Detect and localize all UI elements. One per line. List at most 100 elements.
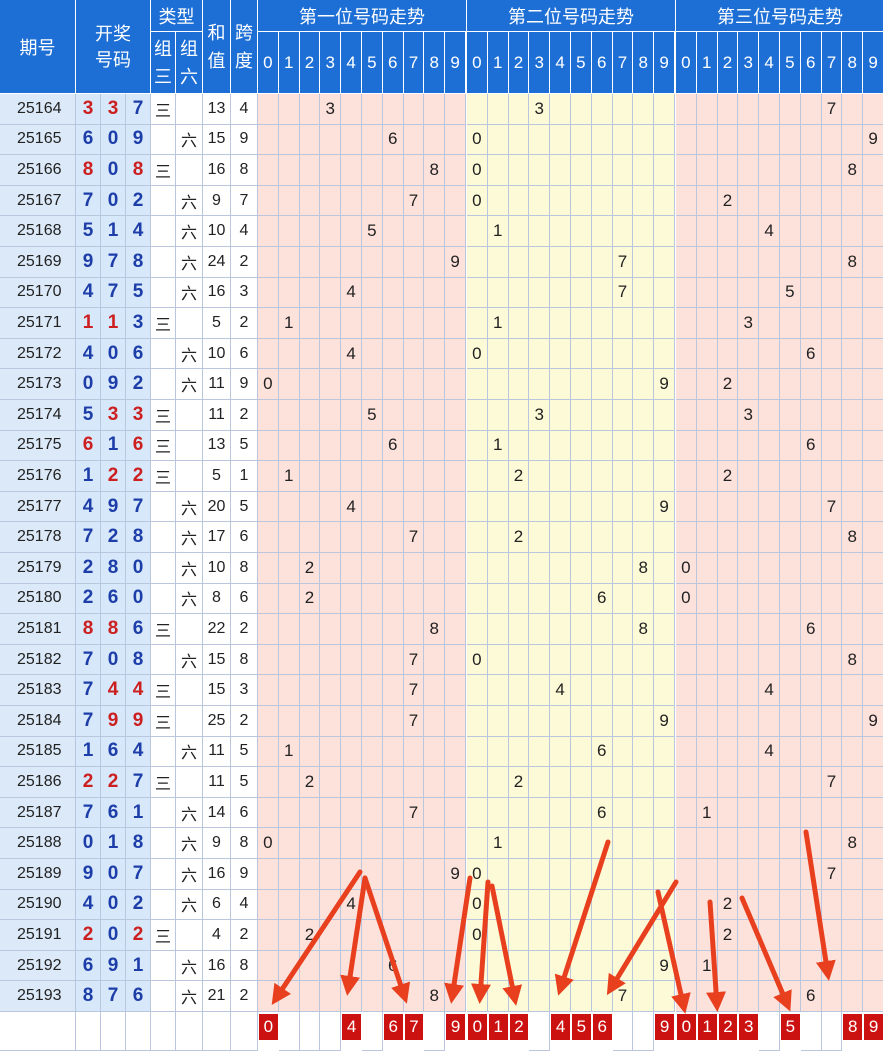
- header-pos3-digit-2: 2: [717, 32, 739, 94]
- row-draw-digit: 6: [101, 583, 126, 615]
- trend-cell: [571, 981, 592, 1012]
- trend-cell: [633, 124, 655, 156]
- trend-cell: [633, 522, 655, 553]
- row-type-g3: 三: [151, 461, 176, 492]
- row-type-g6: 六: [176, 338, 203, 370]
- trend-cell: [529, 889, 551, 921]
- trend-cell: [759, 644, 780, 676]
- row-draw-digit: 9: [101, 491, 126, 523]
- trend-cell: [738, 644, 760, 676]
- trend-cell: [612, 522, 634, 553]
- trend-cell: [258, 644, 279, 676]
- trend-cell: [676, 124, 697, 156]
- selected-pos3-digit-4: [759, 1012, 780, 1051]
- header-type-g6-label: 组六: [180, 38, 198, 87]
- trend-cell: [780, 981, 801, 1012]
- trend-cell: [362, 889, 383, 921]
- trend-cell: [759, 950, 780, 982]
- trend-mark: 9: [445, 247, 466, 278]
- trend-cell: [382, 369, 404, 400]
- row-draw-digit: 4: [126, 216, 151, 247]
- trend-cell: [759, 369, 780, 400]
- trend-cell: [571, 430, 592, 462]
- trend-cell: [258, 308, 279, 339]
- trend-cell: [780, 859, 801, 890]
- header-pos2-digit-8: 8: [633, 32, 655, 94]
- trend-cell: [821, 124, 843, 156]
- trend-cell: [445, 491, 466, 523]
- trend-cell: [842, 736, 864, 768]
- row-sum: 9: [203, 828, 231, 859]
- row-draw-digit: 7: [101, 277, 126, 309]
- row-span: 8: [231, 828, 258, 859]
- trend-cell: [612, 553, 634, 584]
- header-pos3-digit-0: 0: [676, 32, 697, 94]
- trend-cell: [654, 400, 675, 431]
- trend-cell: [258, 981, 279, 1012]
- trend-cell: [258, 920, 279, 951]
- row-type-g3: [151, 553, 176, 584]
- trend-cell: [633, 185, 655, 217]
- trend-cell: [738, 553, 760, 584]
- trend-cell: [550, 553, 571, 584]
- trend-cell: [362, 706, 383, 737]
- trend-cell: [738, 950, 760, 982]
- trend-cell: [299, 981, 321, 1012]
- trend-cell: [320, 889, 342, 921]
- header-pos1: 第一位号码走势: [258, 0, 467, 32]
- trend-cell: [591, 338, 613, 370]
- row-draw-digit: 0: [101, 124, 126, 156]
- row-draw-digit: 9: [126, 124, 151, 156]
- trend-mark: 8: [424, 155, 446, 186]
- row-type-g3: 三: [151, 94, 176, 125]
- trend-cell: [800, 797, 822, 829]
- trend-cell: [780, 124, 801, 156]
- trend-cell: [341, 859, 362, 890]
- trend-cell: [258, 216, 279, 247]
- row-sum: 5: [203, 461, 231, 492]
- trend-cell: [821, 522, 843, 553]
- row-draw-digit: 9: [76, 247, 101, 278]
- trend-cell: [487, 797, 509, 829]
- trend-mark: 0: [258, 369, 279, 400]
- trend-cell: [759, 247, 780, 278]
- trend-cell: [800, 522, 822, 553]
- row-draw-digit: 3: [101, 400, 126, 431]
- trend-cell: [487, 675, 509, 706]
- trend-cell: [403, 155, 425, 186]
- row-draw-digit: 7: [76, 185, 101, 217]
- row-type-g6: 六: [176, 522, 203, 553]
- trend-cell: [821, 277, 843, 309]
- row-draw-digit: 6: [76, 950, 101, 982]
- trend-cell: [717, 706, 739, 737]
- trend-cell: [467, 247, 488, 278]
- trend-cell: [341, 920, 362, 951]
- trend-cell: [382, 338, 404, 370]
- trend-cell: [424, 94, 446, 125]
- trend-cell: [676, 461, 697, 492]
- trend-cell: [612, 675, 634, 706]
- trend-cell: [299, 247, 321, 278]
- trend-cell: [612, 400, 634, 431]
- trend-cell: [759, 185, 780, 217]
- trend-cell: [654, 859, 675, 890]
- row-draw-digit: 8: [126, 522, 151, 553]
- trend-mark: 7: [612, 247, 634, 278]
- trend-cell: [403, 767, 425, 798]
- trend-cell: [424, 767, 446, 798]
- trend-cell: [445, 889, 466, 921]
- header-pos1-digit-8: 8: [424, 32, 446, 94]
- trend-cell: [487, 94, 509, 125]
- row-issue: 25171: [0, 308, 76, 339]
- header-pos1-digit-5: 5: [362, 32, 383, 94]
- trend-cell: [382, 920, 404, 951]
- trend-cell: [842, 920, 864, 951]
- trend-cell: [780, 675, 801, 706]
- trend-cell: [467, 614, 488, 645]
- trend-cell: [299, 216, 321, 247]
- trend-cell: [403, 94, 425, 125]
- row-type-g6: 六: [176, 491, 203, 523]
- trend-cell: [821, 461, 843, 492]
- trend-cell: [863, 277, 883, 309]
- row-type-g3: [151, 522, 176, 553]
